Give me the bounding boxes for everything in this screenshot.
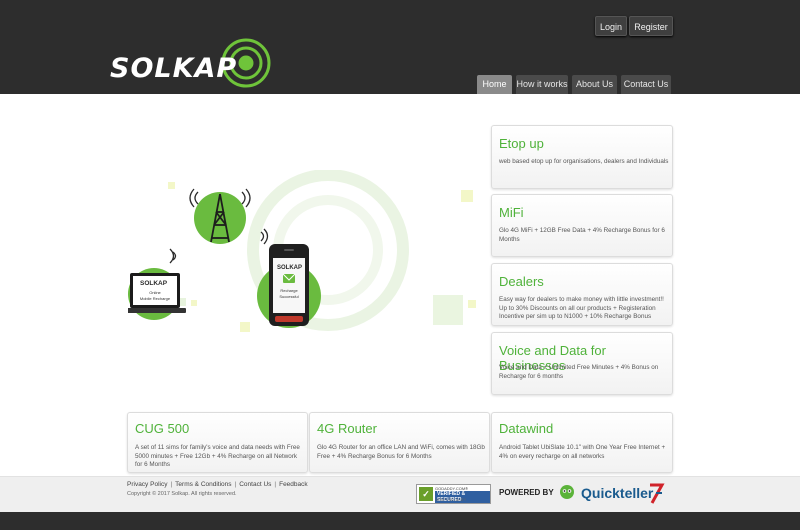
card-title: Etop up [499, 136, 544, 151]
card-title: CUG 500 [135, 421, 190, 436]
card-title: Datawind [499, 421, 554, 436]
deco-square [191, 300, 197, 306]
nav-how-it-works[interactable]: How it works [516, 75, 568, 94]
logo-text: SOLKAP [110, 53, 238, 84]
solkap-logo[interactable]: SOLKAP [110, 38, 272, 88]
site-footer [0, 476, 800, 512]
deco-square [168, 182, 175, 189]
register-button[interactable]: Register [629, 16, 673, 36]
card-text: Android Tablet UbiSlate 10.1" with One Y… [499, 444, 666, 460]
card-mifi[interactable]: MiFi Glo 4G MiFi + 12GB Free Data + 4% R… [491, 194, 673, 257]
partner-logo-icon [560, 485, 574, 499]
card-etop-up[interactable]: Etop up web based etop up for organisati… [491, 125, 673, 189]
smartphone-icon: SOLKAP Recharge Successful [269, 244, 309, 326]
laptop-caption-1: Online [149, 290, 161, 295]
copyright-text: Copyright © 2017 Solkap. All rights rese… [127, 491, 237, 497]
card-text: web based etop up for organisations, dea… [499, 158, 669, 165]
powered-by-label: POWERED BY [499, 488, 554, 497]
laptop-screen-logo: SOLKAP [140, 280, 168, 287]
hero-illustration: SOLKAP Online Mobile Recharge SOLKAP Rec… [128, 170, 476, 332]
card-text: Glo 4G Router for an office LAN and WiFi… [317, 444, 485, 460]
card-4g-router[interactable]: 4G Router Glo 4G Router for an office LA… [309, 412, 490, 473]
footer-terms-link[interactable]: Terms & Conditions [175, 481, 231, 488]
card-title: 4G Router [317, 421, 377, 436]
card-title: Dealers [499, 274, 544, 289]
laptop-caption-2: Mobile Recharge [140, 296, 171, 301]
footer-feedback-link[interactable]: Feedback [279, 481, 308, 488]
card-text: Glo 4G MiFi + 12GB Free Data + 4% Rechar… [499, 227, 665, 243]
quickteller-logo[interactable]: Quickteller [581, 485, 653, 501]
deco-square [468, 300, 476, 308]
footer-links: Privacy Policy | Terms & Conditions | Contac… [127, 481, 308, 488]
card-datawind[interactable]: Datawind Android Tablet UbiSlate 10.1" w… [491, 412, 673, 473]
card-text: Voice and Data + Unlimited Free Minutes … [499, 364, 659, 380]
card-dealers[interactable]: Dealers Easy way for dealers to make mon… [491, 263, 673, 326]
deco-square [461, 190, 473, 202]
nav-home[interactable]: Home [477, 75, 512, 94]
footer-contact-link[interactable]: Contact Us [239, 481, 271, 488]
card-title: MiFi [499, 205, 524, 220]
card-text: A set of 11 sims for family's voice and … [135, 444, 300, 468]
footer-privacy-policy-link[interactable]: Privacy Policy [127, 481, 167, 488]
nav-contact-us[interactable]: Contact Us [621, 75, 671, 94]
quickteller-mark-icon [650, 483, 665, 504]
bottom-bar [0, 512, 800, 530]
laptop-icon: SOLKAP Online Mobile Recharge [128, 273, 186, 313]
deco-square [240, 322, 250, 332]
lock-icon: ✓ [419, 487, 433, 501]
godaddy-seal[interactable]: ✓ GODADDY.COM® VERIFIED & SECURED VERIFY… [416, 484, 491, 504]
nav-about-us[interactable]: About Us [572, 75, 617, 94]
deco-square [433, 295, 463, 325]
phone-screen-logo: SOLKAP [277, 265, 302, 271]
phone-caption-2: Successful [279, 294, 298, 299]
card-voice-data-business[interactable]: Voice and Data for Businesses Voice and … [491, 332, 673, 395]
phone-caption-1: Recharge [280, 288, 298, 293]
card-cug-500[interactable]: CUG 500 A set of 11 sims for family's vo… [127, 412, 308, 473]
login-button[interactable]: Login [595, 16, 627, 36]
card-text: Easy way for dealers to make money with … [499, 296, 664, 320]
